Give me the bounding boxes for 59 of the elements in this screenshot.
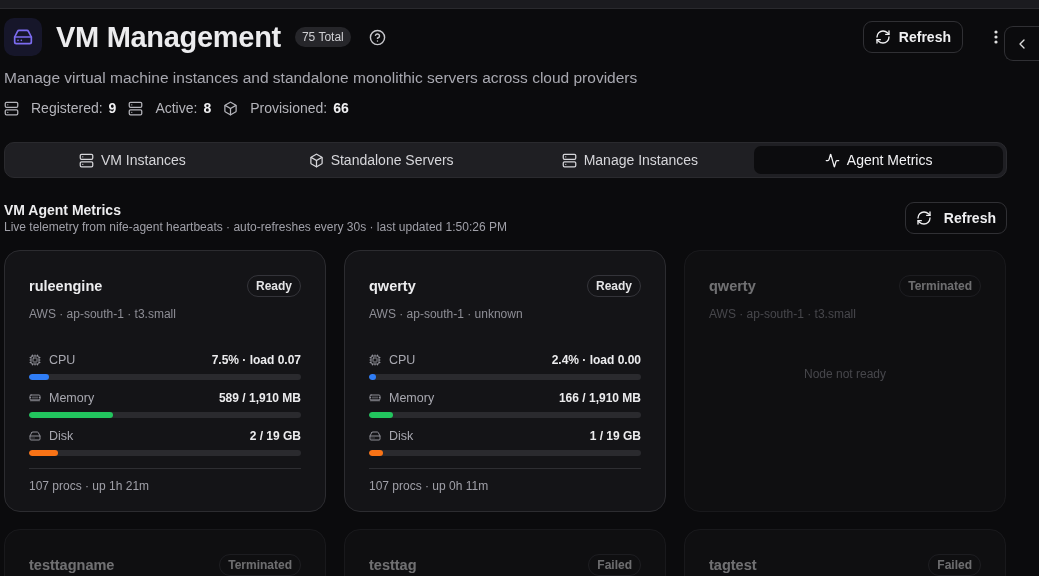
metric-label: Disk — [49, 429, 74, 443]
tab[interactable]: Manage Instances — [505, 146, 755, 174]
node-name: testtagname — [29, 557, 115, 573]
stat-label: Registered: — [31, 100, 103, 116]
section-subtitle: Live telemetry from nife-agent heartbeats · auto-refreshes every 30s · last updated 1:50:26 PM — [4, 220, 507, 234]
server-icon — [4, 100, 19, 116]
node-name: qwerty — [709, 278, 756, 294]
metric-reading: 166 / 1,910 MB — [558, 391, 641, 405]
activity-icon — [824, 152, 840, 168]
box-icon — [223, 100, 239, 116]
stat-value: 8 — [203, 100, 212, 116]
section-title: VM Agent Metrics — [4, 202, 122, 218]
metric-reading: 1 / 19 GB — [589, 429, 641, 443]
node-details: AWS · ap-south-1 · t3.small — [709, 307, 857, 321]
refresh-button[interactable]: Refresh — [904, 202, 1007, 234]
box-icon — [308, 152, 324, 168]
node-details: AWS · ap-south-1 · unknown — [369, 307, 524, 321]
metric-label: CPU — [49, 353, 76, 367]
help-icon[interactable] — [368, 28, 386, 46]
status-message: Node not ready — [803, 367, 887, 383]
server-icon — [561, 152, 577, 168]
page-description: Manage virtual machine instances and standalone monolithic servers across cloud providers — [4, 69, 639, 87]
memory-icon — [29, 392, 41, 404]
server-icon — [128, 100, 144, 116]
refresh-button[interactable]: Refresh — [862, 21, 963, 53]
node-name: testtag — [369, 557, 417, 573]
refresh-icon — [874, 29, 891, 45]
cpu-icon — [369, 354, 381, 366]
refresh-icon — [915, 210, 932, 226]
collapse-button[interactable] — [1004, 26, 1039, 61]
cpu-icon — [29, 354, 41, 366]
metric-reading: 2 / 19 GB — [249, 429, 301, 443]
tab[interactable]: VM Instances — [8, 146, 257, 174]
drive-icon — [13, 27, 33, 47]
tab[interactable]: Standalone Servers — [256, 146, 506, 174]
stat-value: 9 — [108, 100, 117, 116]
node-footer: 107 procs · up 0h 11m — [369, 468, 641, 493]
metric-reading: 2.4% · load 0.00 — [551, 353, 641, 367]
more-button[interactable] — [994, 30, 998, 44]
page-title: VM Management — [56, 20, 281, 54]
tab[interactable]: Agent Metrics — [754, 146, 1003, 174]
stat-label: Active: — [155, 100, 198, 116]
node-name: tagtest — [709, 557, 757, 573]
server-icon — [78, 152, 94, 168]
total-badge: 75 Total — [294, 27, 351, 47]
stat-value: 66 — [333, 100, 349, 116]
metric-label: Disk — [389, 429, 414, 443]
metric-label: Memory — [49, 391, 95, 405]
node-details: AWS · ap-south-1 · t3.small — [29, 307, 177, 321]
metric-label: CPU — [389, 353, 416, 367]
memory-icon — [369, 392, 381, 404]
metric-reading: 589 / 1,910 MB — [218, 391, 301, 405]
node-name: ruleengine — [29, 278, 103, 294]
metric-label: Memory — [389, 391, 435, 405]
stat-label: Provisioned: — [250, 100, 328, 116]
more-icon — [994, 30, 998, 44]
node-footer: 107 procs · up 1h 21m — [29, 468, 301, 493]
node-name: qwerty — [369, 278, 416, 294]
metric-reading: 7.5% · load 0.07 — [211, 353, 301, 367]
